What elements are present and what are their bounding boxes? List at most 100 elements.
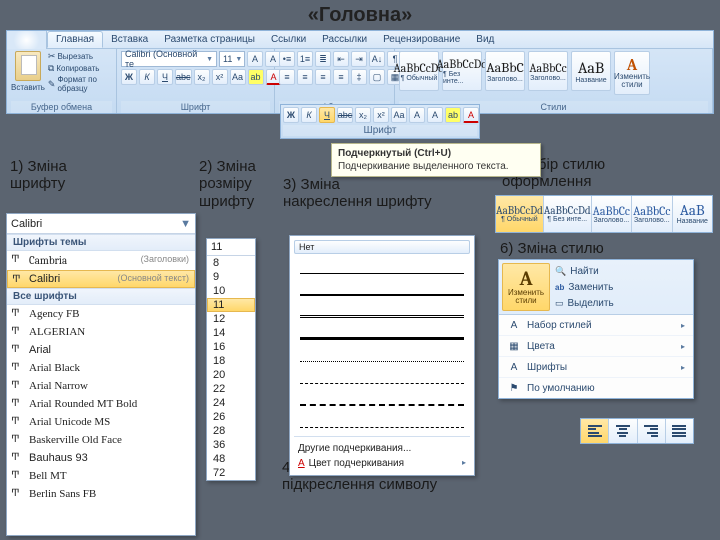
size-item[interactable]: 18 [207,354,255,368]
format-painter-button[interactable]: Формат по образцу [48,75,112,93]
size-item[interactable]: 28 [207,424,255,438]
underline-style[interactable] [300,392,464,406]
mini-grow-button[interactable]: A [409,107,425,123]
change-styles-button[interactable]: AИзменить стили [614,51,650,95]
cut-button[interactable]: Вырезать [48,51,112,62]
font-item-selected[interactable]: ͲCalibri(Основной текст) [7,270,195,288]
mini-color-button[interactable]: A [463,107,479,123]
underline-button[interactable]: Ч [157,69,173,85]
tab-mailings[interactable]: Рассылки [314,32,375,47]
style-gallery-tile[interactable]: AaBbCcЗаголово... [592,196,632,232]
align-left-button[interactable] [581,419,609,443]
size-item[interactable]: 11 [207,298,255,312]
size-item[interactable]: 16 [207,340,255,354]
size-item[interactable]: 72 [207,466,255,480]
size-item[interactable]: 14 [207,326,255,340]
size-item[interactable]: 9 [207,270,255,284]
select-button[interactable]: Выделить [553,297,690,310]
office-button[interactable] [7,31,47,49]
bullets-button[interactable]: •≡ [279,51,295,67]
multilevel-button[interactable]: ≣ [315,51,331,67]
underline-style[interactable] [300,370,464,384]
underline-style[interactable] [300,326,464,340]
italic-button[interactable]: К [139,69,155,85]
align-right-button[interactable] [638,419,666,443]
style-tile[interactable]: AaBbCЗаголово... [485,51,525,91]
underline-none[interactable]: Нет [294,240,470,254]
mini-highlight-button[interactable]: ab [445,107,461,123]
highlight-button[interactable]: ab [248,69,264,85]
style-gallery-tile[interactable]: AaBbCcЗаголово... [632,196,672,232]
tab-view[interactable]: Вид [468,32,502,47]
tab-layout[interactable]: Разметка страницы [156,32,263,47]
size-item[interactable]: 20 [207,368,255,382]
tab-review[interactable]: Рецензирование [375,32,468,47]
size-combo-head[interactable]: 11 [207,239,255,256]
align-center-button[interactable] [609,419,637,443]
change-menu-item[interactable]: ⚑По умолчанию [499,378,693,398]
style-tile[interactable]: AaBbCcDd¶ Без инте... [442,51,482,91]
font-name-combo[interactable]: Calibri (Основной те▼ [121,51,217,67]
line-spacing-button[interactable]: ‡ [351,69,367,85]
size-item[interactable]: 22 [207,382,255,396]
underline-style[interactable] [300,348,464,362]
style-tile[interactable]: AaBНазвание [571,51,611,91]
size-item[interactable]: 48 [207,452,255,466]
font-item[interactable]: ͲBauhaus 93 [7,449,195,467]
align-left-button[interactable]: ≡ [279,69,295,85]
style-gallery-tile[interactable]: AaBbCcDd¶ Без инте... [544,196,592,232]
font-combo-head[interactable]: Calibri▼ [7,214,195,234]
font-item[interactable]: ͲBell MT [7,467,195,485]
font-item[interactable]: ͲBaskerville Old Face [7,431,195,449]
mini-italic-button[interactable]: К [301,107,317,123]
style-gallery-tile[interactable]: AaBНазвание [673,196,712,232]
font-item[interactable]: ͲBerlin Sans FB [7,485,195,503]
underline-style[interactable] [300,260,464,274]
size-item[interactable]: 26 [207,410,255,424]
font-item[interactable]: ͲArial [7,341,195,359]
numbering-button[interactable]: 1≡ [297,51,313,67]
style-tile[interactable]: AaBbCcЗаголово... [528,51,568,91]
shading-button[interactable]: ▢ [369,69,385,85]
find-button[interactable]: Найти [553,265,690,278]
align-justify-button[interactable] [666,419,693,443]
change-menu-item[interactable]: AШрифты▸ [499,357,693,378]
change-menu-item[interactable]: AНабор стилей▸ [499,315,693,336]
inc-indent-button[interactable]: ⇥ [351,51,367,67]
font-item[interactable]: ͲALGERIAN [7,323,195,341]
mini-sub-button[interactable]: x₂ [355,107,371,123]
tab-insert[interactable]: Вставка [103,32,156,47]
tab-references[interactable]: Ссылки [263,32,314,47]
underline-style[interactable] [300,282,464,296]
bold-button[interactable]: Ж [121,69,137,85]
style-tile[interactable]: AaBbCcDd¶ Обычный [399,51,439,91]
replace-button[interactable]: Заменить [553,281,690,294]
copy-button[interactable]: Копировать [48,63,112,74]
align-right-button[interactable]: ≡ [315,69,331,85]
size-item[interactable]: 24 [207,396,255,410]
size-item[interactable]: 8 [207,256,255,270]
underline-color[interactable]: AЦвет подчеркивания▸ [294,456,470,471]
font-size-combo[interactable]: 11▼ [219,51,245,67]
underline-style[interactable] [300,414,464,428]
mini-shrink-button[interactable]: A [427,107,443,123]
change-menu-item[interactable]: ▦Цвета▸ [499,336,693,357]
subscript-button[interactable]: x₂ [194,69,210,85]
font-item[interactable]: ͲArial Rounded MT Bold [7,395,195,413]
mini-case-button[interactable]: Aa [391,107,407,123]
grow-font-button[interactable]: A [247,51,263,67]
change-styles-big-button[interactable]: A Изменить стили [502,263,550,311]
style-gallery-tile[interactable]: AaBbCcDd¶ Обычный [496,196,544,232]
align-center-button[interactable]: ≡ [297,69,313,85]
underline-more[interactable]: Другие подчеркивания... [294,441,470,456]
mini-sup-button[interactable]: x² [373,107,389,123]
font-item[interactable]: ͲCambria(Заголовки) [7,251,195,270]
change-case-button[interactable]: Aa [230,69,246,85]
align-justify-button[interactable]: ≡ [333,69,349,85]
underline-style[interactable] [300,304,464,318]
size-item[interactable]: 12 [207,312,255,326]
font-item[interactable]: ͲAgency FB [7,305,195,323]
dec-indent-button[interactable]: ⇤ [333,51,349,67]
mini-underline-button[interactable]: Ч [319,107,335,123]
size-item[interactable]: 10 [207,284,255,298]
